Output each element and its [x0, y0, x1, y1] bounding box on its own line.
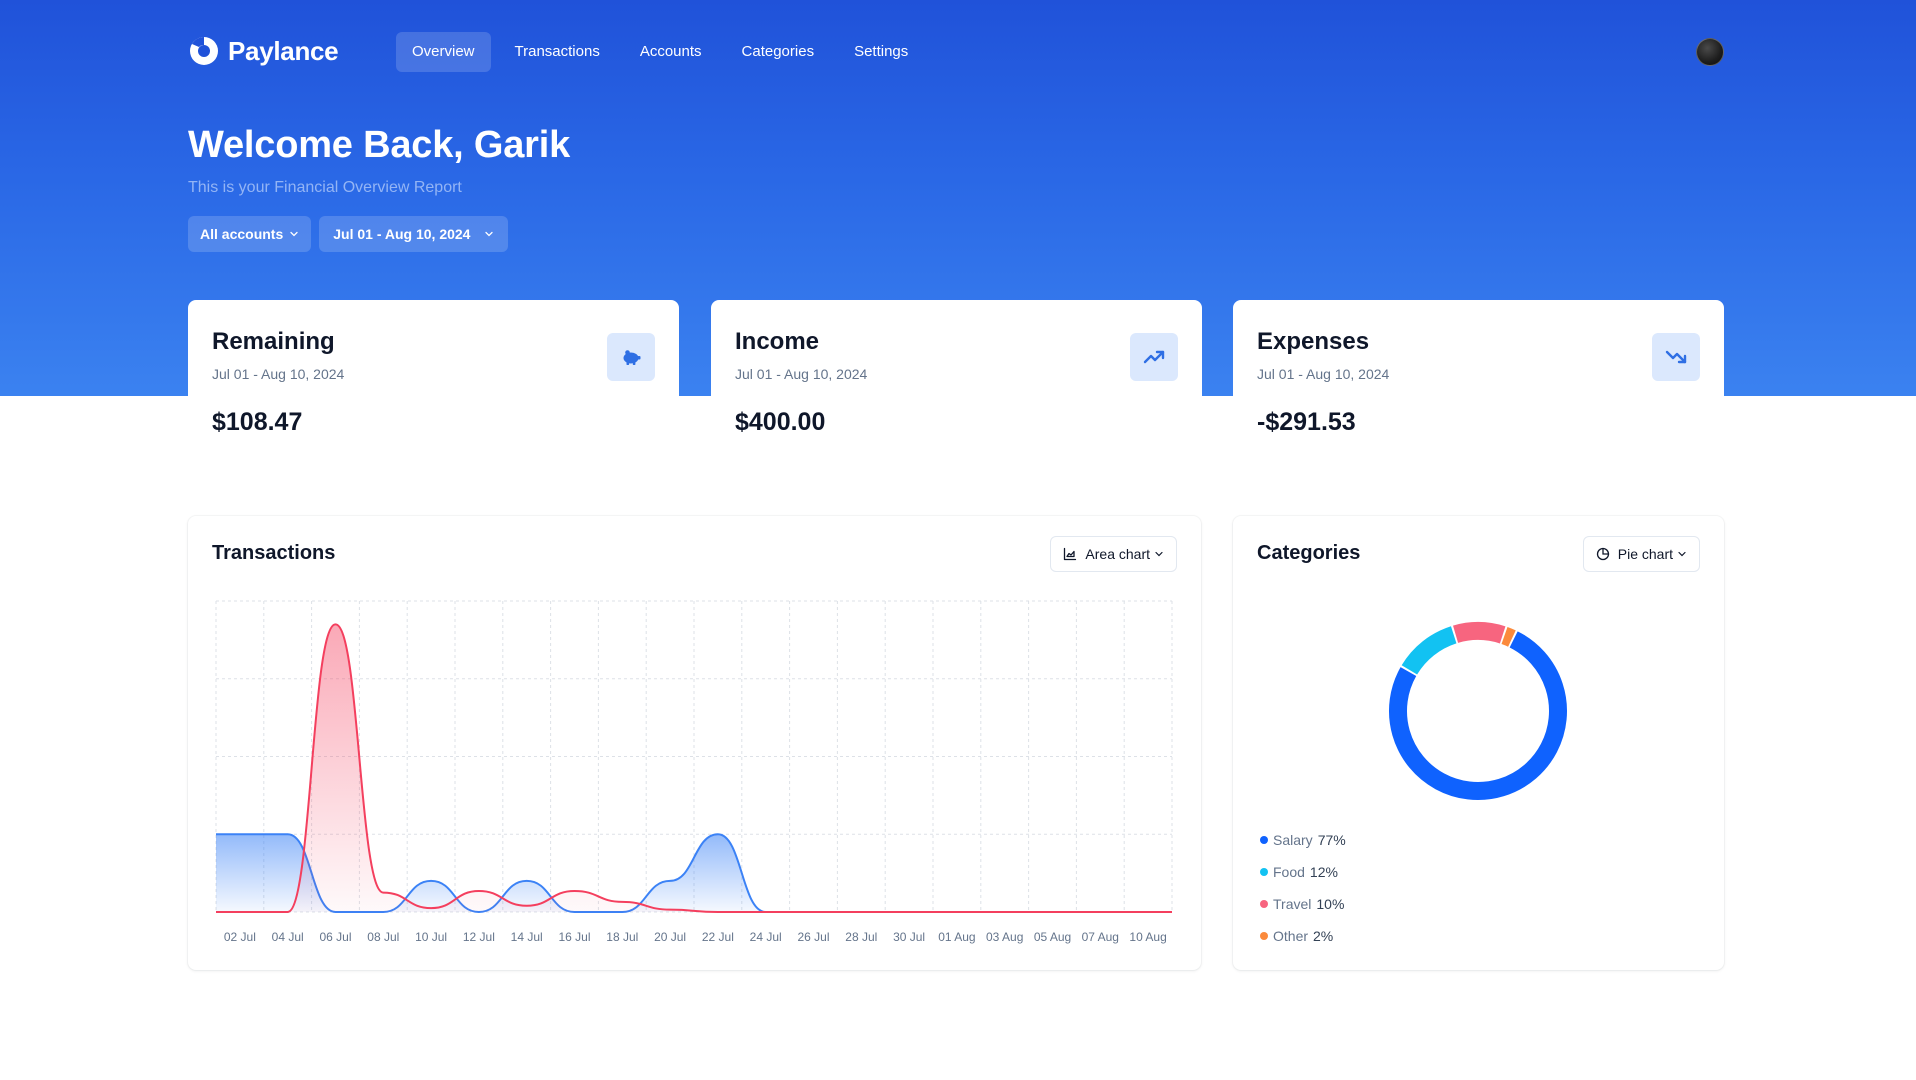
x-tick-label: 04 Jul: [272, 930, 304, 944]
legend-dot: [1260, 932, 1268, 940]
nav-categories[interactable]: Categories: [726, 32, 831, 72]
legend-percent: 77%: [1317, 832, 1346, 848]
brand-name: Paylance: [228, 35, 339, 66]
brand-logo[interactable]: Paylance: [188, 35, 339, 67]
x-tick-label: 10 Jul: [415, 930, 447, 944]
x-tick-label: 06 Jul: [319, 930, 351, 944]
legend-percent: 12%: [1309, 864, 1338, 880]
piggy-bank-icon: [607, 333, 655, 381]
categories-donut-chart: [1389, 622, 1567, 800]
nav-accounts[interactable]: Accounts: [624, 32, 718, 72]
legend-label: Other: [1273, 928, 1309, 944]
date-range-filter-dropdown[interactable]: Jul 01 - Aug 10, 2024: [319, 216, 509, 252]
x-tick-label: 02 Jul: [224, 930, 256, 944]
slice-other: [1501, 627, 1516, 647]
categories-panel: Categories Pie chart Salary 77% Food 12% Tra…: [1233, 516, 1724, 970]
x-tick-label: 07 Aug: [1082, 930, 1119, 944]
remaining-title: Remaining: [212, 328, 335, 355]
page-subtitle: This is your Financial Overview Report: [188, 179, 462, 196]
page-title: Welcome Back, Garik: [188, 124, 571, 166]
income-card: Income Jul 01 - Aug 10, 2024 $400.00: [711, 300, 1202, 450]
x-tick-label: 18 Jul: [606, 930, 638, 944]
x-tick-label: 30 Jul: [893, 930, 925, 944]
slice-travel: [1453, 622, 1506, 644]
transactions-area-chart: 02 Jul 04 Jul 06 Jul 08 Jul 10 Jul 12 Jul 14 J…: [215, 600, 1173, 944]
legend-item-salary: Salary 77%: [1260, 824, 1346, 856]
filter-bar: All accounts Jul 01 - Aug 10, 2024: [188, 216, 509, 252]
legend-dot: [1260, 836, 1268, 844]
top-nav: Paylance Overview Transactions Accounts Cat…: [188, 32, 1724, 72]
nav-transactions[interactable]: Transactions: [499, 32, 616, 72]
transactions-panel: Transactions Area chart 02 Jul 04 Jul 06 J…: [188, 516, 1201, 970]
x-tick-label: 22 Jul: [702, 930, 734, 944]
expenses-value: -$291.53: [1257, 408, 1356, 436]
nav-overview[interactable]: Overview: [396, 32, 491, 72]
expenses-date: Jul 01 - Aug 10, 2024: [1257, 366, 1390, 382]
x-tick-label: 20 Jul: [654, 930, 686, 944]
legend-percent: 2%: [1313, 928, 1334, 944]
legend-percent: 10%: [1316, 896, 1345, 912]
remaining-date: Jul 01 - Aug 10, 2024: [212, 366, 345, 382]
nav-settings[interactable]: Settings: [838, 32, 924, 72]
legend-item-other: Other 2%: [1260, 920, 1346, 952]
remaining-card: Remaining Jul 01 - Aug 10, 2024 $108.47: [188, 300, 679, 450]
x-tick-label: 16 Jul: [558, 930, 590, 944]
x-tick-label: 01 Aug: [938, 930, 975, 944]
x-tick-label: 05 Aug: [1034, 930, 1071, 944]
trending-up-icon: [1130, 333, 1178, 381]
legend-dot: [1260, 900, 1268, 908]
expenses-title: Expenses: [1257, 328, 1370, 355]
income-title: Income: [735, 328, 820, 355]
legend-item-travel: Travel 10%: [1260, 888, 1346, 920]
remaining-value: $108.47: [212, 408, 303, 436]
x-tick-label: 10 Aug: [1129, 930, 1166, 944]
x-tick-label: 24 Jul: [750, 930, 782, 944]
account-filter-label: All accounts: [200, 226, 284, 242]
legend-label: Food: [1273, 864, 1305, 880]
legend-label: Salary: [1273, 832, 1313, 848]
trending-down-icon: [1652, 333, 1700, 381]
legend-item-food: Food 12%: [1260, 856, 1346, 888]
income-date: Jul 01 - Aug 10, 2024: [735, 366, 868, 382]
legend-dot: [1260, 868, 1268, 876]
x-tick-label: 12 Jul: [463, 930, 495, 944]
chevron-down-icon: [485, 231, 494, 237]
date-range-label: Jul 01 - Aug 10, 2024: [333, 226, 471, 242]
account-filter-dropdown[interactable]: All accounts: [188, 216, 312, 252]
user-avatar[interactable]: [1696, 38, 1724, 66]
categories-legend: Salary 77% Food 12% Travel 10% Other 2%: [1260, 824, 1346, 952]
x-tick-label: 14 Jul: [511, 930, 543, 944]
x-tick-label: 26 Jul: [797, 930, 829, 944]
income-value: $400.00: [735, 408, 826, 436]
x-tick-label: 28 Jul: [845, 930, 877, 944]
legend-label: Travel: [1273, 896, 1312, 912]
chevron-down-icon: [290, 231, 298, 237]
logo-icon: [188, 35, 220, 67]
expenses-card: Expenses Jul 01 - Aug 10, 2024 -$291.53: [1233, 300, 1724, 450]
slice-food: [1401, 626, 1457, 675]
x-tick-label: 03 Aug: [986, 930, 1023, 944]
x-tick-label: 08 Jul: [367, 930, 399, 944]
